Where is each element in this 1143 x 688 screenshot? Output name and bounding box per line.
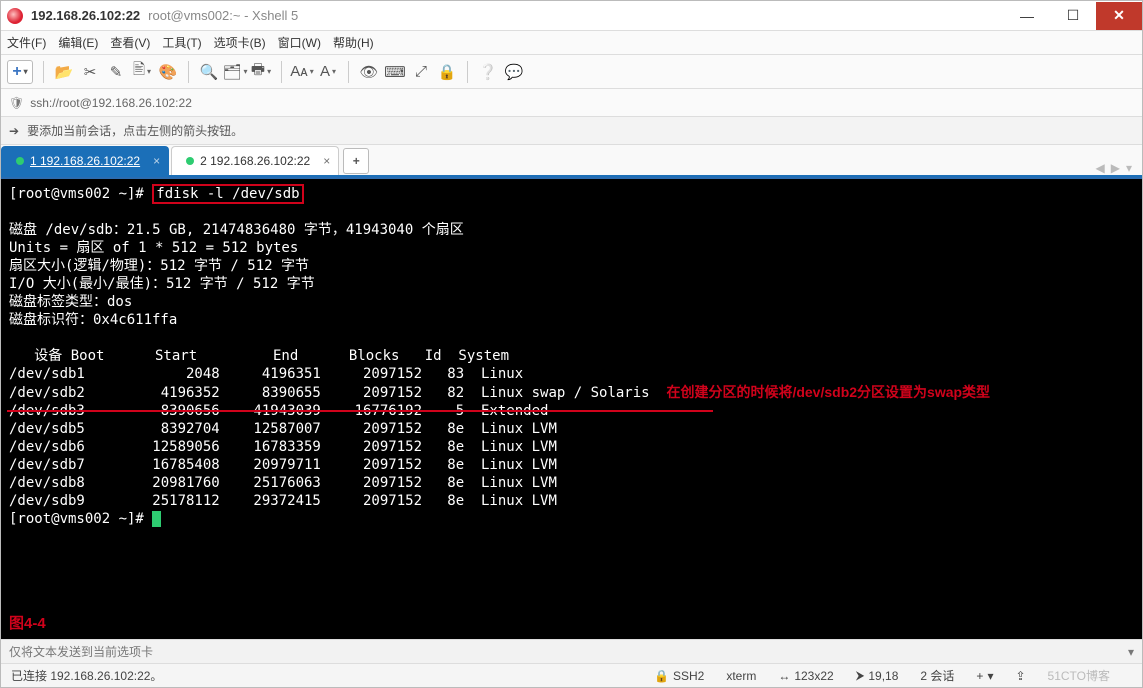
separator: [281, 61, 282, 83]
term-line: 扇区大小(逻辑/物理)：512 字节 / 512 字节: [9, 258, 309, 274]
term-line: 磁盘 /dev/sdb：21.5 GB, 21474836480 字节，4194…: [9, 222, 464, 238]
shell-prompt: [root@vms002 ~]#: [9, 511, 152, 527]
table-row: /dev/sdb8 20981760 25176063 2097152 8e L…: [9, 475, 557, 491]
letter-icon[interactable]: A: [318, 62, 338, 82]
menu-window[interactable]: 窗口(W): [278, 34, 321, 51]
status-cursor: ⮞ 19,18: [856, 668, 899, 683]
menu-file[interactable]: 文件(F): [7, 34, 46, 51]
tab-nav: ◀ ▶ ▾: [1096, 161, 1143, 175]
figure-label: 图4-4: [9, 615, 46, 633]
separator: [43, 61, 44, 83]
term-header: 设备 Boot Start End Blocks Id System: [9, 348, 509, 364]
separator: [467, 61, 468, 83]
resize-icon: ↔: [778, 669, 790, 683]
menu-edit[interactable]: 编辑(E): [58, 34, 98, 51]
separator: [348, 61, 349, 83]
font-icon[interactable]: Aᴀ: [292, 62, 312, 82]
tab-next-icon[interactable]: ▶: [1111, 161, 1120, 175]
status-term: xterm: [726, 669, 756, 683]
table-row: /dev/sdb9 25178112 29372415 2097152 8e L…: [9, 493, 557, 509]
term-line: I/O 大小(最小/最佳)：512 字节 / 512 字节: [9, 276, 315, 292]
new-session-button[interactable]: +: [7, 60, 33, 84]
hint-bar: ➔ 要添加当前会话，点击左侧的箭头按钮。: [1, 117, 1142, 145]
session-tabs: 1 192.168.26.102:22 × 2 192.168.26.102:2…: [1, 145, 1142, 177]
fullscreen-icon[interactable]: ⤢: [411, 62, 431, 82]
menu-bar: 文件(F) 编辑(E) 查看(V) 工具(T) 选项卡(B) 窗口(W) 帮助(…: [1, 31, 1142, 55]
menu-tools[interactable]: 工具(T): [162, 34, 201, 51]
menu-tab[interactable]: 选项卡(B): [214, 34, 266, 51]
status-sessions: 2 会话: [920, 667, 954, 684]
window-title: 192.168.26.102:22: [31, 8, 140, 23]
term-line: 磁盘标签类型：dos: [9, 294, 132, 310]
maximize-button[interactable]: ☐: [1050, 2, 1096, 30]
tab-close-icon[interactable]: ×: [153, 154, 160, 168]
status-protocol: 🔒SSH2: [654, 669, 704, 683]
tab-add-button[interactable]: +: [343, 148, 369, 174]
window-subtitle: root@vms002:~ - Xshell 5: [148, 8, 298, 23]
minimize-button[interactable]: —: [1004, 2, 1050, 30]
hint-arrow-icon[interactable]: ➔: [9, 124, 19, 138]
lock-icon[interactable]: 🔒: [437, 62, 457, 82]
annotation-text: 在创建分区的时候将/dev/sdb2分区设置为swap类型: [666, 384, 990, 400]
term-line: 磁盘标识符：0x4c611ffa: [9, 312, 177, 328]
status-caps: ⇪: [1015, 669, 1025, 683]
send-to-text: 仅将文本发送到当前选项卡: [9, 643, 153, 660]
watermark: 51CTO博客: [1048, 667, 1110, 684]
toolbar: + 📂 ✂ ✎ 🖹 🎨 🔍 🗂 🖶 Aᴀ A 👁 ⌨ ⤢ 🔒 ❔ 💬: [1, 55, 1142, 89]
help-icon[interactable]: ❔: [478, 62, 498, 82]
cursor-icon: [152, 511, 161, 527]
tab-session-1[interactable]: 1 192.168.26.102:22 ×: [1, 146, 169, 175]
status-connected: 已连接 192.168.26.102:22。: [11, 667, 162, 684]
status-dot-icon: [16, 157, 24, 165]
close-button[interactable]: ✕: [1096, 2, 1142, 30]
palette-icon[interactable]: 🎨: [158, 62, 178, 82]
protocol-lock-icon: 🛡: [9, 96, 24, 110]
term-line: Units = 扇区 of 1 * 512 = 512 bytes: [9, 240, 298, 256]
hint-text: 要添加当前会话，点击左侧的箭头按钮。: [27, 122, 243, 139]
table-row: /dev/sdb7 16785408 20979711 2097152 8e L…: [9, 457, 557, 473]
menu-view[interactable]: 查看(V): [110, 34, 150, 51]
table-row: /dev/sdb1 2048 4196351 2097152 83 Linux: [9, 366, 523, 382]
print-icon[interactable]: 🖶: [251, 62, 271, 82]
app-icon: [7, 8, 23, 24]
open-icon[interactable]: 📂: [54, 62, 74, 82]
tab-session-2[interactable]: 2 192.168.26.102:22 ×: [171, 146, 339, 175]
tab-close-icon[interactable]: ×: [323, 154, 330, 168]
doc-icon[interactable]: 🖹: [132, 62, 152, 82]
shell-prompt: [root@vms002 ~]#: [9, 186, 152, 202]
annotation-underline: [7, 410, 713, 412]
tab-label: 1 192.168.26.102:22: [30, 154, 140, 168]
terminal-output[interactable]: [root@vms002 ~]# fdisk -l /dev/sdb 磁盘 /d…: [1, 177, 1142, 639]
sessions-icon[interactable]: 🗂: [225, 62, 245, 82]
address-bar[interactable]: 🛡 ssh://root@192.168.26.102:22: [1, 89, 1142, 117]
view-icon[interactable]: 👁: [359, 62, 379, 82]
tab-label: 2 192.168.26.102:22: [200, 154, 310, 168]
tab-list-icon[interactable]: ▾: [1126, 161, 1132, 175]
table-row: /dev/sdb2 4196352 8390655 2097152 82 Lin…: [9, 385, 650, 401]
keyboard-icon[interactable]: ⌨: [385, 62, 405, 82]
menu-help[interactable]: 帮助(H): [333, 34, 374, 51]
title-bar: 192.168.26.102:22 root@vms002:~ - Xshell…: [1, 1, 1142, 31]
app-window: 192.168.26.102:22 root@vms002:~ - Xshell…: [0, 0, 1143, 688]
table-row: /dev/sdb6 12589056 16783359 2097152 8e L…: [9, 439, 557, 455]
status-bar: 已连接 192.168.26.102:22。 🔒SSH2 xterm ↔ 123…: [1, 663, 1142, 687]
send-to-bar[interactable]: 仅将文本发送到当前选项卡 ▾: [1, 639, 1142, 663]
status-add[interactable]: + ▾: [976, 669, 993, 683]
cut-icon[interactable]: ✂: [80, 62, 100, 82]
caps-icon: ⇪: [1015, 669, 1025, 683]
separator: [188, 61, 189, 83]
tab-prev-icon[interactable]: ◀: [1096, 161, 1105, 175]
status-dot-icon: [186, 157, 194, 165]
chat-icon[interactable]: 💬: [504, 62, 524, 82]
highlighted-command: fdisk -l /dev/sdb: [152, 184, 303, 204]
address-text: ssh://root@192.168.26.102:22: [30, 96, 192, 110]
grid-icon: ⮞: [856, 668, 865, 683]
lock-icon: 🔒: [654, 669, 669, 683]
table-row: /dev/sdb5 8392704 12587007 2097152 8e Li…: [9, 421, 557, 437]
edit-icon[interactable]: ✎: [106, 62, 126, 82]
status-size: ↔ 123x22: [778, 669, 833, 683]
search-icon[interactable]: 🔍: [199, 62, 219, 82]
